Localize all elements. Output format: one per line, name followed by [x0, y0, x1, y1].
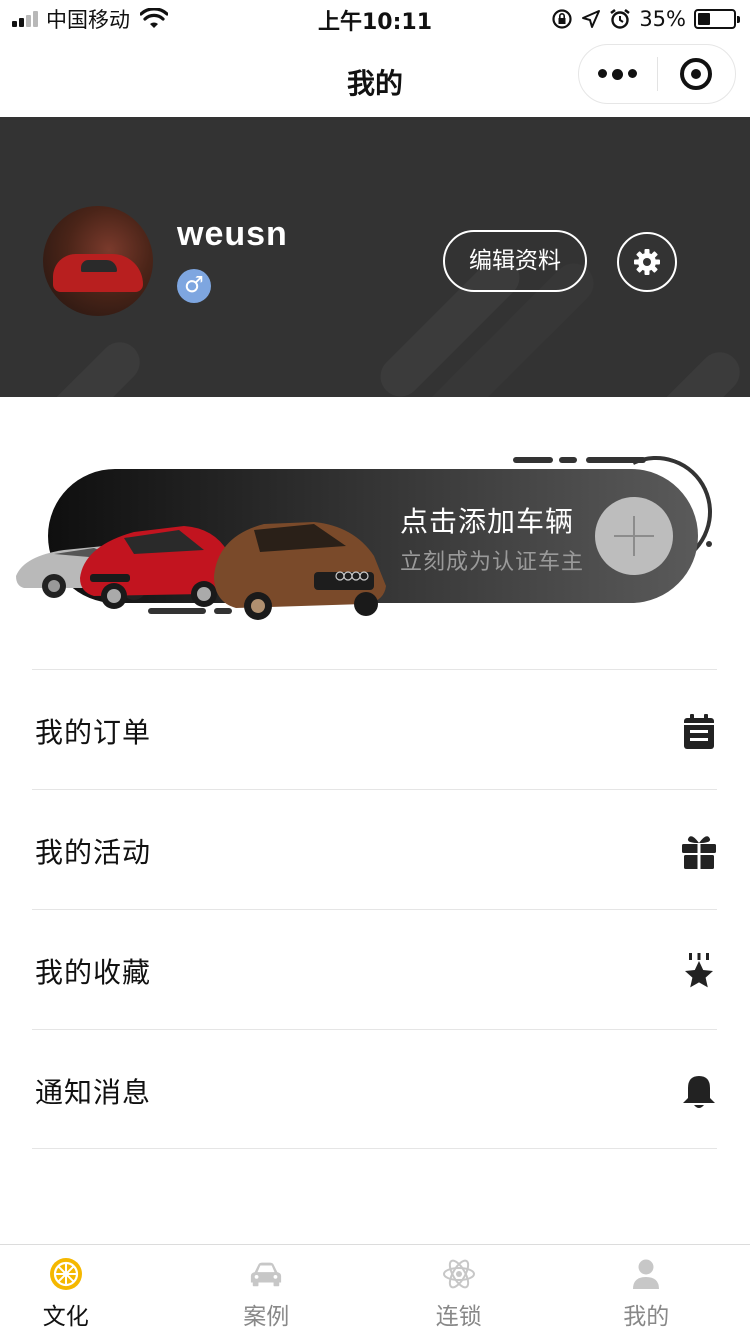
tab-label: 案例 [243, 1304, 290, 1330]
tab-chain[interactable]: 连锁 [375, 1245, 563, 1334]
settings-button[interactable] [617, 232, 677, 292]
tab-label: 我的 [623, 1304, 670, 1330]
add-vehicle-banner[interactable]: 点击添加车辆 立刻成为认证车主 [0, 440, 750, 640]
cars-image [16, 522, 386, 620]
car-icon [249, 1257, 283, 1291]
username: weusn [177, 215, 288, 253]
tab-cases[interactable]: 案例 [188, 1245, 376, 1334]
menu-item-label: 通知消息 [35, 1076, 152, 1109]
menu-item-favorites[interactable]: 我的收藏 [32, 909, 717, 1029]
edit-profile-button[interactable]: 编辑资料 [443, 230, 587, 292]
banner-subtitle: 立刻成为认证车主 [400, 550, 585, 575]
tab-mine[interactable]: 我的 [563, 1245, 750, 1334]
more-menu-button[interactable] [579, 68, 657, 80]
battery-level-fill [698, 13, 710, 25]
add-vehicle-button[interactable] [595, 497, 673, 575]
alarm-icon [610, 8, 631, 29]
banner-title: 点击添加车辆 [400, 505, 575, 538]
close-miniprogram-button[interactable] [658, 58, 736, 90]
target-icon [680, 58, 713, 90]
decor-stripe [641, 343, 749, 397]
tab-bar: 文化 案例 连锁 我的 [0, 1244, 750, 1334]
avatar-car-image [53, 254, 143, 292]
avatar[interactable] [43, 206, 153, 316]
tab-label: 连锁 [435, 1304, 482, 1330]
rotation-lock-icon [552, 9, 572, 29]
wheel-icon [49, 1257, 83, 1291]
user-icon [629, 1257, 663, 1291]
profile-header: weusn ♂ 编辑资料 [0, 117, 750, 397]
tab-culture[interactable]: 文化 [0, 1245, 188, 1334]
gift-icon [681, 832, 717, 872]
navigation-bar: 我的 [0, 40, 750, 117]
status-bar: 中国移动 上午10:11 35% [0, 0, 750, 40]
atom-icon [442, 1257, 476, 1291]
gear-icon [634, 249, 660, 275]
menu-list: 我的订单 我的活动 我的收藏 通知消息 [32, 669, 717, 1149]
decor-dash [559, 457, 577, 463]
menu-item-label: 我的活动 [35, 836, 152, 869]
menu-item-notifications[interactable]: 通知消息 [32, 1029, 717, 1149]
menu-item-activities[interactable]: 我的活动 [32, 789, 717, 909]
menu-item-orders[interactable]: 我的订单 [32, 669, 717, 789]
battery-percent: 35% [639, 7, 686, 31]
decor-dot [706, 541, 712, 547]
location-icon [582, 10, 601, 28]
menu-item-label: 我的收藏 [35, 956, 152, 989]
decor-dash [513, 457, 553, 463]
menu-item-label: 我的订单 [35, 716, 152, 749]
calendar-icon [681, 712, 717, 752]
bell-icon [681, 1072, 717, 1112]
star-icon [681, 952, 717, 992]
male-gender-icon: ♂ [177, 269, 211, 303]
decor-stripe [41, 333, 149, 397]
battery-icon [694, 9, 740, 29]
tab-label: 文化 [42, 1304, 89, 1330]
miniprogram-capsule [578, 44, 736, 104]
